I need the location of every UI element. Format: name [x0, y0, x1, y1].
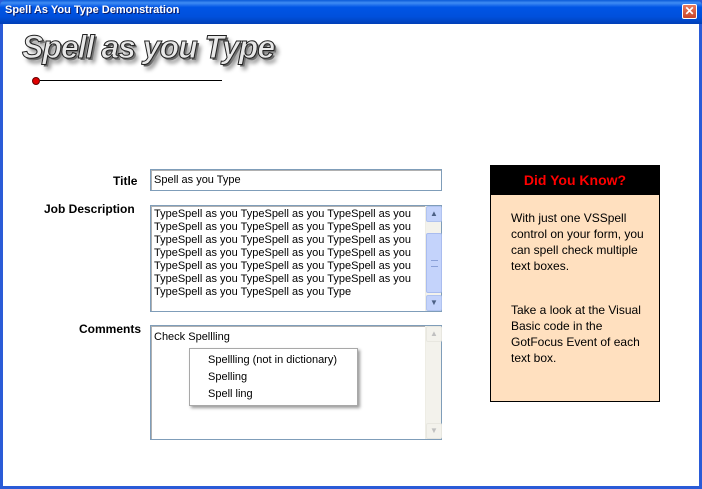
up-arrow-icon[interactable]: ▲: [426, 206, 442, 222]
job-description-line: TypeSpell as you TypeSpell as you TypeSp…: [154, 234, 412, 246]
close-icon: ✕: [684, 4, 695, 18]
logo-underline: [40, 80, 222, 81]
job-description-label: Job Description: [44, 202, 135, 216]
up-arrow-icon[interactable]: ▲: [426, 326, 442, 342]
app-window: Spell As You Type Demonstration ✕ Spell …: [0, 0, 702, 489]
did-you-know-heading: Did You Know?: [491, 166, 659, 195]
comments-scrollbar[interactable]: ▲ ▼: [425, 326, 442, 439]
logo-dot-icon: [32, 77, 40, 85]
comments-value: Check Spellling: [154, 331, 230, 343]
job-description-line: TypeSpell as you TypeSpell as you Type: [154, 286, 352, 298]
job-scrollbar[interactable]: ▲ ▼: [425, 206, 442, 311]
job-description-line: TypeSpell as you TypeSpell as you TypeSp…: [154, 221, 412, 233]
down-arrow-icon[interactable]: ▼: [426, 423, 442, 439]
down-arrow-icon[interactable]: ▼: [426, 295, 442, 311]
job-description-line: TypeSpell as you TypeSpell as you TypeSp…: [154, 208, 412, 220]
title-label: Title: [113, 174, 138, 188]
title-input[interactable]: Spell as you Type: [150, 169, 442, 191]
job-description-line: TypeSpell as you TypeSpell as you TypeSp…: [154, 273, 412, 285]
job-description-line: TypeSpell as you TypeSpell as you TypeSp…: [154, 260, 412, 272]
spelling-suggestions-menu: Spellling (not in dictionary) Spelling S…: [189, 348, 358, 406]
did-you-know-panel: Did You Know? With just one VSSpell cont…: [490, 165, 660, 402]
title-bar[interactable]: Spell As You Type Demonstration ✕: [0, 0, 702, 24]
comments-label: Comments: [79, 322, 142, 336]
menu-item-suggestion[interactable]: Spelling: [208, 371, 247, 383]
title-input-value: Spell as you Type: [154, 174, 241, 186]
job-description-line: TypeSpell as you TypeSpell as you TypeSp…: [154, 247, 412, 259]
menu-item-suggestion[interactable]: Spellling (not in dictionary): [208, 354, 337, 366]
menu-item-suggestion[interactable]: Spell ling: [208, 388, 253, 400]
info-paragraph-1: With just one VSSpell control on your fo…: [511, 211, 644, 273]
job-description-textarea[interactable]: TypeSpell as you TypeSpell as you TypeSp…: [150, 205, 442, 312]
info-paragraph-2: Take a look at the Visual Basic code in …: [511, 303, 641, 365]
close-button[interactable]: ✕: [682, 4, 697, 19]
logo-heading: Spell as you Type: [21, 29, 275, 66]
window-title: Spell As You Type Demonstration: [5, 4, 180, 16]
scroll-thumb[interactable]: [426, 233, 442, 293]
